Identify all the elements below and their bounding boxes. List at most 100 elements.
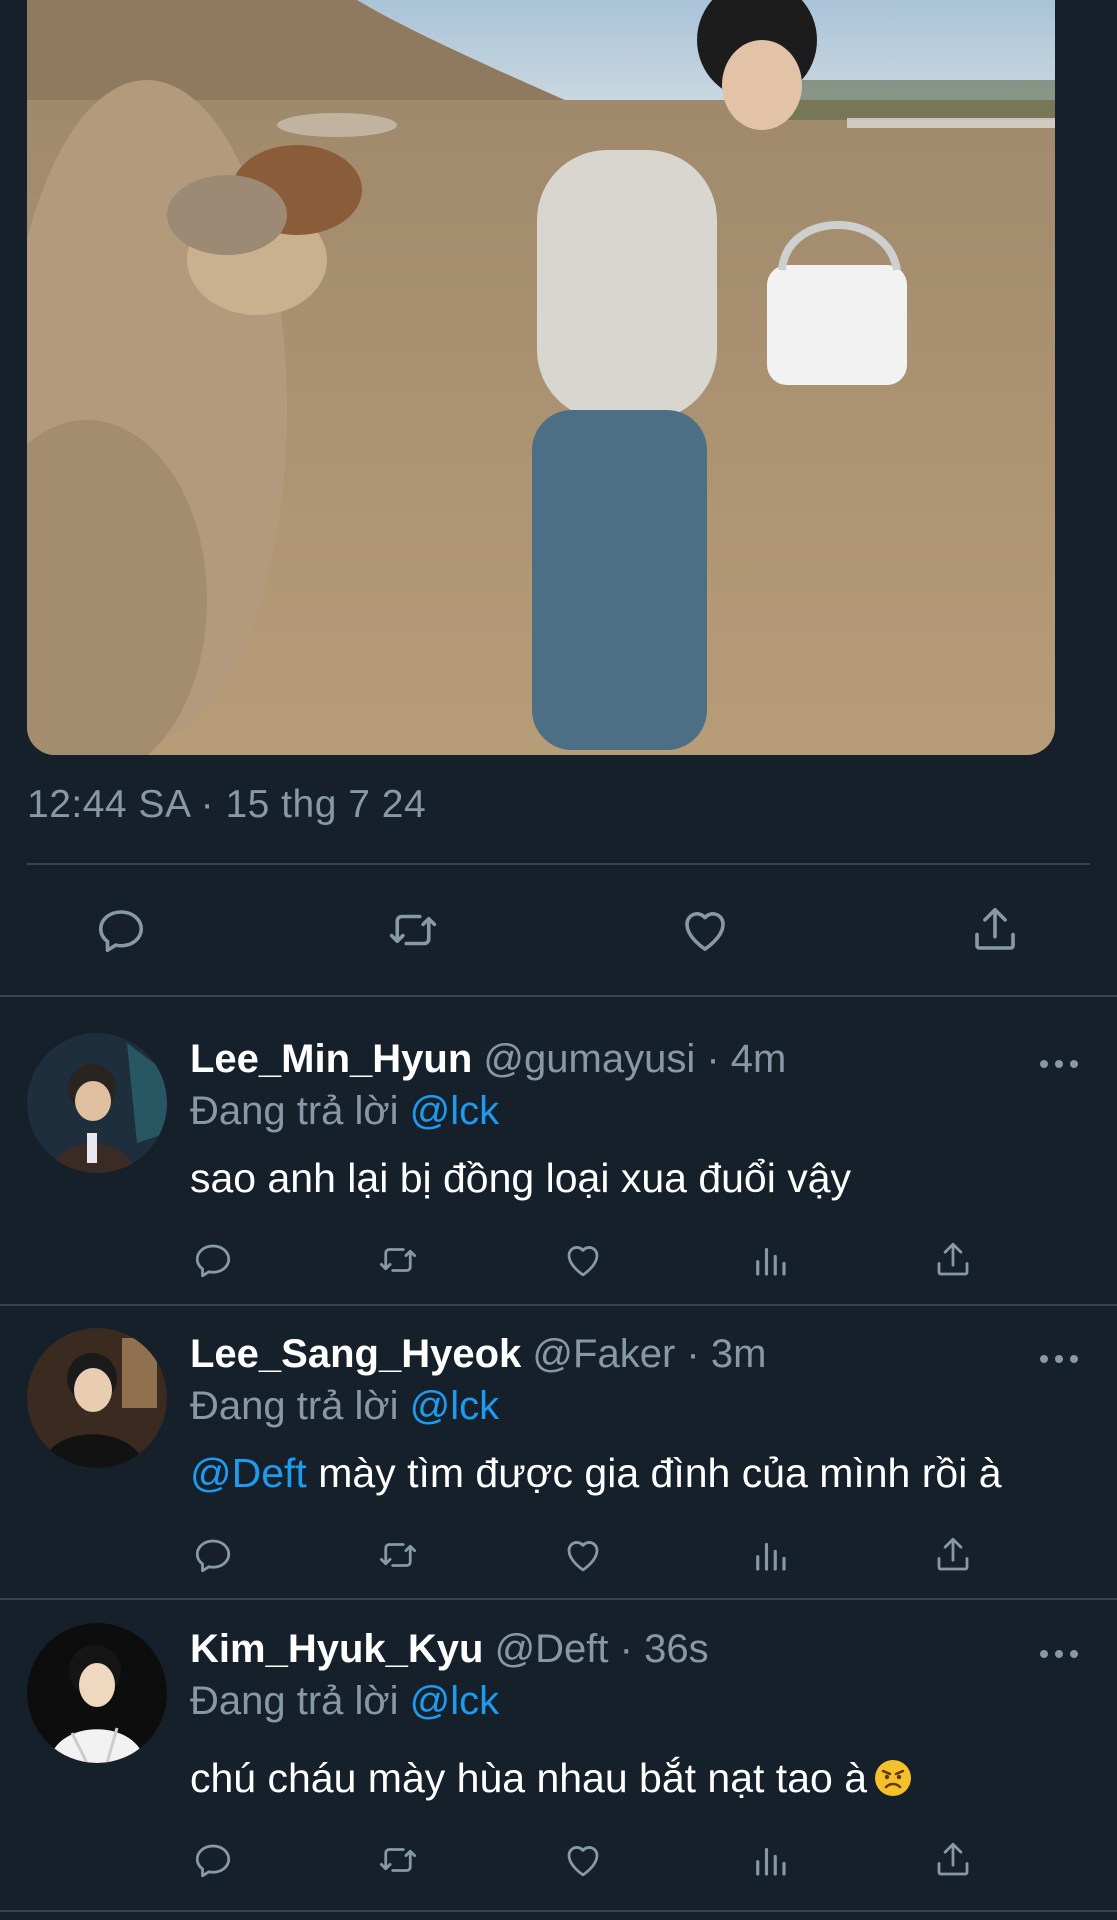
tweet-action-bar (0, 895, 1117, 965)
more-button[interactable] (1040, 1352, 1078, 1366)
more-icon (1040, 1355, 1048, 1363)
divider (0, 1598, 1117, 1600)
replying-to-mention[interactable]: @lck (410, 1089, 500, 1133)
user-handle[interactable]: @Deft (495, 1627, 609, 1671)
reply-tweet[interactable]: Kim_Hyuk_Kyu @Deft · 36s Đang trả lời @l… (0, 1605, 1117, 1897)
like-button[interactable] (558, 1530, 608, 1580)
more-button[interactable] (1040, 1057, 1078, 1071)
reply-button[interactable] (188, 1235, 238, 1285)
heart-icon (685, 912, 725, 951)
reply-header: Lee_Sang_Hyeok @Faker · 3m (190, 1332, 766, 1377)
reply-time[interactable]: 4m (731, 1037, 787, 1081)
replying-label: Đang trả lời (190, 1384, 399, 1428)
display-name[interactable]: Kim_Hyuk_Kyu (190, 1627, 483, 1671)
reply-action-bar (0, 1530, 1117, 1580)
reply-tweet[interactable]: Lee_Min_Hyun @gumayusi · 4m Đang trả lời… (0, 1015, 1117, 1307)
reply-header: Kim_Hyuk_Kyu @Deft · 36s (190, 1627, 709, 1672)
divider (0, 1910, 1117, 1912)
more-icon (1040, 1060, 1048, 1068)
photo-image (27, 0, 1055, 755)
reply-tweet[interactable]: Lee_Sang_Hyeok @Faker · 3m Đang trả lời … (0, 1310, 1117, 1602)
share-button[interactable] (960, 895, 1030, 965)
avatar[interactable] (27, 1033, 167, 1173)
divider (27, 863, 1090, 865)
replying-to: Đang trả lời @lck (190, 1384, 499, 1429)
share-button[interactable] (928, 1530, 978, 1580)
separator-dot: · (686, 1332, 700, 1376)
share-icon (937, 1242, 969, 1276)
reply-action-bar (0, 1835, 1117, 1885)
tweet-timestamp: 12:44 SA · 15 thg 7 24 (27, 783, 427, 826)
share-icon (937, 1842, 969, 1876)
avatar-image (27, 1623, 167, 1763)
retweet-button[interactable] (373, 1530, 423, 1580)
more-icon-dot (1055, 1650, 1063, 1658)
more-icon (1040, 1650, 1048, 1658)
angry-face-emoji (875, 1760, 912, 1796)
separator-dot: · (706, 1037, 720, 1081)
replying-to-mention[interactable]: @lck (410, 1384, 500, 1428)
retweet-icon (379, 1848, 417, 1872)
like-button[interactable] (558, 1835, 608, 1885)
like-button[interactable] (670, 895, 740, 965)
retweet-button[interactable] (373, 1835, 423, 1885)
reply-button[interactable] (86, 895, 156, 965)
more-icon-dot (1070, 1060, 1078, 1068)
analytics-icon (756, 1542, 786, 1571)
retweet-icon (379, 1248, 417, 1272)
reply-text: chú cháu mày hùa nhau bắt nạt tao à (190, 1755, 913, 1802)
user-handle[interactable]: @Faker (532, 1332, 675, 1376)
analytics-button[interactable] (745, 1235, 795, 1285)
tweet-photo[interactable] (27, 0, 1055, 755)
heart-icon (567, 1246, 599, 1277)
retweet-button[interactable] (378, 895, 448, 965)
replying-to-mention[interactable]: @lck (410, 1679, 500, 1723)
reply-text-body: chú cháu mày hùa nhau bắt nạt tao à (190, 1755, 868, 1801)
analytics-icon (756, 1247, 786, 1276)
reply-icon (195, 1539, 231, 1573)
display-name[interactable]: Lee_Sang_Hyeok (190, 1332, 521, 1376)
like-button[interactable] (558, 1235, 608, 1285)
reply-button[interactable] (188, 1835, 238, 1885)
avatar-image (27, 1328, 167, 1468)
replying-label: Đang trả lời (190, 1089, 399, 1133)
more-icon-dot (1070, 1650, 1078, 1658)
analytics-button[interactable] (745, 1530, 795, 1580)
retweet-icon (379, 1543, 417, 1567)
more-button[interactable] (1040, 1647, 1078, 1661)
more-icon-dot (1055, 1060, 1063, 1068)
analytics-icon (756, 1847, 786, 1876)
reply-header: Lee_Min_Hyun @gumayusi · 4m (190, 1037, 786, 1082)
avatar[interactable] (27, 1328, 167, 1468)
user-handle[interactable]: @gumayusi (483, 1037, 695, 1081)
display-name[interactable]: Lee_Min_Hyun (190, 1037, 472, 1081)
replying-to: Đang trả lời @lck (190, 1089, 499, 1134)
heart-icon (567, 1541, 599, 1572)
share-button[interactable] (928, 1835, 978, 1885)
reply-text: sao anh lại bị đồng loại xua đuổi vậy (190, 1155, 852, 1201)
reply-time[interactable]: 3m (711, 1332, 767, 1376)
reply-button[interactable] (188, 1530, 238, 1580)
text-mention[interactable]: @Deft (190, 1450, 307, 1496)
share-icon (937, 1537, 969, 1571)
retweet-button[interactable] (373, 1235, 423, 1285)
share-icon (975, 907, 1015, 950)
reply-action-bar (0, 1235, 1117, 1285)
avatar-image (27, 1033, 167, 1173)
replying-label: Đang trả lời (190, 1679, 399, 1723)
separator-dot: · (619, 1627, 633, 1671)
more-icon-dot (1055, 1355, 1063, 1363)
reply-icon (195, 1844, 231, 1878)
avatar[interactable] (27, 1623, 167, 1763)
reply-time[interactable]: 36s (644, 1627, 709, 1671)
analytics-button[interactable] (745, 1835, 795, 1885)
reply-icon (195, 1244, 231, 1278)
retweet-icon (389, 914, 437, 946)
reply-text-body: mày tìm được gia đình của mình rồi à (306, 1450, 1002, 1496)
replying-to: Đang trả lời @lck (190, 1679, 499, 1724)
reply-icon (98, 910, 144, 953)
more-icon-dot (1070, 1355, 1078, 1363)
divider (0, 1304, 1117, 1306)
reply-text: @Deft mày tìm được gia đình của mình rồi… (190, 1450, 1002, 1497)
share-button[interactable] (928, 1235, 978, 1285)
